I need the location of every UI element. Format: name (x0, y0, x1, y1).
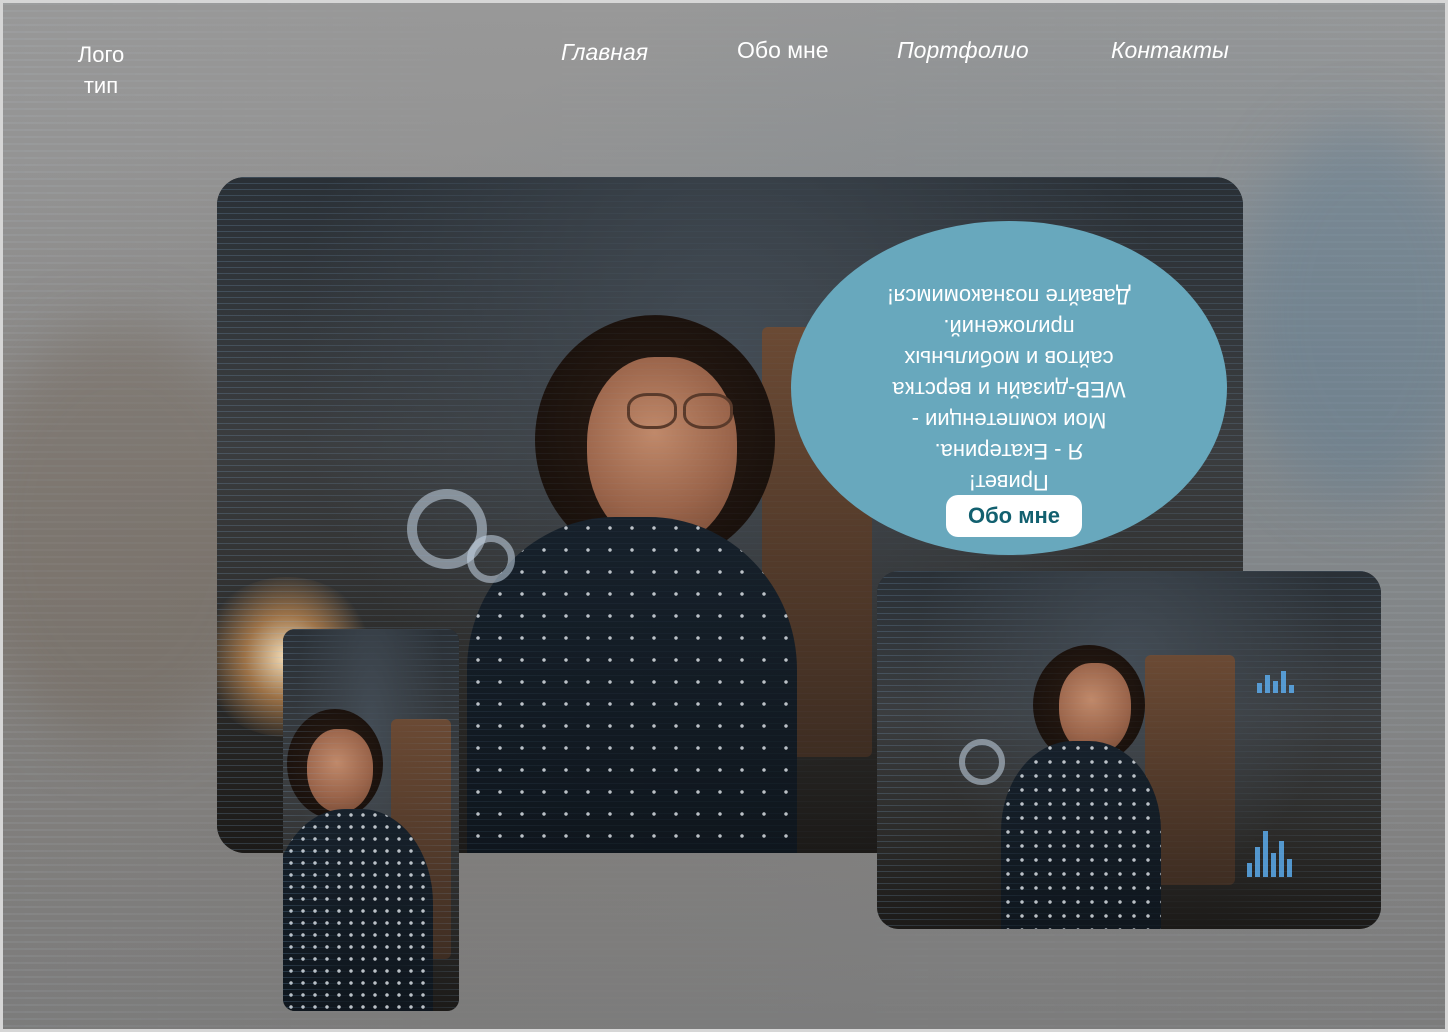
greeting-text: Привет! Я - Екатерина. Мои компетенции -… (887, 284, 1131, 495)
hero-photo-tablet (877, 571, 1381, 929)
hero-photo-phone (283, 629, 459, 1011)
main-nav: Главная Обо мне Портфолио Контакты (3, 37, 1445, 67)
about-me-button[interactable]: Обо мне (946, 495, 1082, 537)
nav-item-contacts[interactable]: Контакты (1111, 37, 1229, 64)
code-overlay (283, 629, 459, 1011)
nav-item-portfolio[interactable]: Портфолио (897, 37, 1029, 64)
code-overlay (877, 571, 1381, 929)
nav-item-about[interactable]: Обо мне (737, 37, 829, 64)
page: Лого тип Главная Обо мне Портфолио Конта… (0, 0, 1448, 1032)
greeting-bubble: Привет! Я - Екатерина. Мои компетенции -… (791, 221, 1227, 555)
nav-item-home[interactable]: Главная (561, 39, 648, 66)
